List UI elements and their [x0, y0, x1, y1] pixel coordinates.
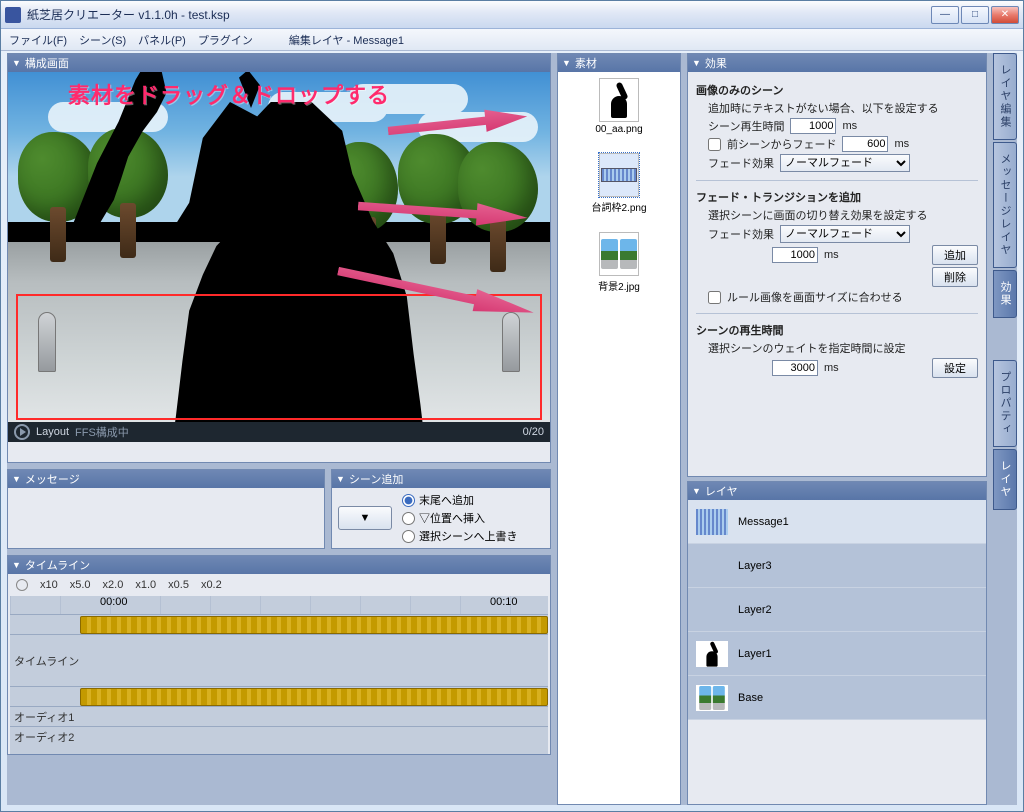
menu-edit-layer: 編集レイヤ - Message1: [289, 32, 404, 48]
side-tab-layers[interactable]: レイヤ: [993, 449, 1017, 510]
timeline-row-label: タイムライン: [10, 653, 80, 669]
fade-from-prev-input[interactable]: [842, 136, 888, 152]
message-frame-region: [16, 294, 542, 420]
transition-ms-input[interactable]: [772, 247, 818, 263]
scene-add-overwrite-radio[interactable]: [402, 530, 415, 543]
scene-wait-set-button[interactable]: 設定: [932, 358, 978, 378]
transition-delete-button[interactable]: 削除: [932, 267, 978, 287]
asset-item[interactable]: 00_aa.png: [589, 78, 649, 135]
rule-image-fit-checkbox[interactable]: [708, 291, 721, 304]
assets-title: 素材: [575, 55, 597, 71]
transition-add-button[interactable]: 追加: [932, 245, 978, 265]
scene-wait-input[interactable]: [772, 360, 818, 376]
menu-panel[interactable]: パネル(P): [138, 32, 186, 48]
layer-name: Base: [738, 692, 763, 704]
message-title: メッセージ: [25, 471, 80, 487]
zoom-x1[interactable]: x1.0: [135, 579, 156, 591]
scene-add-panel: ▼シーン追加 ▼ 末尾へ追加 ▽位置へ挿入 選択シーンへ上書き: [331, 469, 551, 549]
layer-row[interactable]: Layer2: [688, 588, 986, 632]
hint-overlay-text: 素材をドラッグ＆ドロップする: [68, 78, 390, 110]
asset-label: 台詞枠2.png: [589, 199, 649, 214]
layer-thumb-icon: [696, 641, 728, 667]
scene-playtime-input[interactable]: [790, 118, 836, 134]
assets-panel: ▼素材 00_aa.png 台詞枠2.png 背景2.jpg: [557, 53, 681, 805]
scene-add-button[interactable]: ▼: [338, 506, 392, 530]
balloon-icon[interactable]: [16, 579, 28, 591]
layer-thumb-icon: [696, 553, 728, 579]
asset-item[interactable]: 背景2.jpg: [589, 232, 649, 293]
timeline-title: タイムライン: [25, 557, 90, 573]
collapse-icon[interactable]: ▼: [12, 58, 21, 68]
zoom-x10[interactable]: x10: [40, 579, 58, 591]
effects-panel: ▼効果 画像のみのシーン 追加時にテキストがない場合、以下を設定する シーン再生…: [687, 53, 987, 477]
preview-canvas[interactable]: 素材をドラッグ＆ドロップする: [8, 72, 550, 442]
fade-effect-select[interactable]: ノーマルフェード: [780, 154, 910, 172]
zoom-x05[interactable]: x0.5: [168, 579, 189, 591]
window-title: 紙芝居クリエーター v1.1.0h - test.ksp: [27, 6, 931, 23]
layers-title: レイヤ: [705, 483, 738, 499]
scene-add-insert-radio[interactable]: [402, 512, 415, 525]
layers-panel: ▼レイヤ Message1 Layer3 Layer2: [687, 481, 987, 805]
audio1-row-label: オーディオ1: [10, 709, 80, 725]
transition-effect-select[interactable]: ノーマルフェード: [780, 225, 910, 243]
maximize-button[interactable]: □: [961, 6, 989, 24]
layer-thumb-icon: [696, 597, 728, 623]
status-text: FFS構成中: [75, 424, 129, 440]
layer-name: Layer2: [738, 604, 772, 616]
layout-label: Layout: [36, 426, 69, 438]
close-button[interactable]: ✕: [991, 6, 1019, 24]
app-icon: [5, 7, 21, 23]
preview-panel: ▼ 構成画面: [7, 53, 551, 463]
side-tab-effects[interactable]: 効果: [993, 270, 1017, 318]
timeline-grid[interactable]: 00:00 00:10 タイムライン オーディオ1 オーディオ2: [10, 596, 548, 754]
app-window: 紙芝居クリエーター v1.1.0h - test.ksp — □ ✕ ファイル(…: [0, 0, 1024, 812]
menu-plugin[interactable]: プラグイン: [198, 32, 253, 48]
preview-title: 構成画面: [25, 55, 69, 71]
fade-from-prev-checkbox[interactable]: [708, 138, 721, 151]
audio2-row-label: オーディオ2: [10, 729, 80, 745]
section-scene-play: シーンの再生時間: [696, 322, 978, 338]
layer-name: Layer1: [738, 648, 772, 660]
layer-thumb-icon: [696, 509, 728, 535]
section-image-only: 画像のみのシーン: [696, 82, 978, 98]
zoom-x5[interactable]: x5.0: [70, 579, 91, 591]
layer-thumb-icon: [696, 685, 728, 711]
layer-row[interactable]: Base: [688, 676, 986, 720]
menu-bar: ファイル(F) シーン(S) パネル(P) プラグイン 編集レイヤ - Mess…: [1, 29, 1023, 51]
layer-row[interactable]: Layer1: [688, 632, 986, 676]
play-button[interactable]: [14, 424, 30, 440]
scene-add-append-radio[interactable]: [402, 494, 415, 507]
scene-add-title: シーン追加: [349, 471, 403, 487]
asset-item[interactable]: 台詞枠2.png: [589, 153, 649, 214]
playbar: Layout FFS構成中 0/20: [8, 422, 550, 442]
effects-title: 効果: [705, 55, 727, 71]
timeline-panel: ▼タイムライン x10 x5.0 x2.0 x1.0 x0.5 x0.2: [7, 555, 551, 755]
layer-row[interactable]: Message1: [688, 500, 986, 544]
frame-counter: 0/20: [523, 426, 544, 438]
section-fade-transition: フェード・トランジションを追加: [696, 189, 978, 205]
layer-row[interactable]: Layer3: [688, 544, 986, 588]
zoom-x2[interactable]: x2.0: [103, 579, 124, 591]
menu-file[interactable]: ファイル(F): [9, 32, 67, 48]
titlebar[interactable]: 紙芝居クリエーター v1.1.0h - test.ksp — □ ✕: [1, 1, 1023, 29]
side-tab-property[interactable]: プロパティ: [993, 360, 1017, 447]
asset-label: 00_aa.png: [589, 124, 649, 135]
message-panel: ▼メッセージ: [7, 469, 325, 549]
side-tab-message-layer[interactable]: メッセージレイヤ: [993, 142, 1017, 268]
minimize-button[interactable]: —: [931, 6, 959, 24]
asset-label: 背景2.jpg: [589, 278, 649, 293]
side-tab-layer-edit[interactable]: レイヤ編集: [993, 53, 1017, 140]
zoom-x02[interactable]: x0.2: [201, 579, 222, 591]
menu-scene[interactable]: シーン(S): [79, 32, 126, 48]
layer-name: Message1: [738, 516, 789, 528]
layer-name: Layer3: [738, 560, 772, 572]
